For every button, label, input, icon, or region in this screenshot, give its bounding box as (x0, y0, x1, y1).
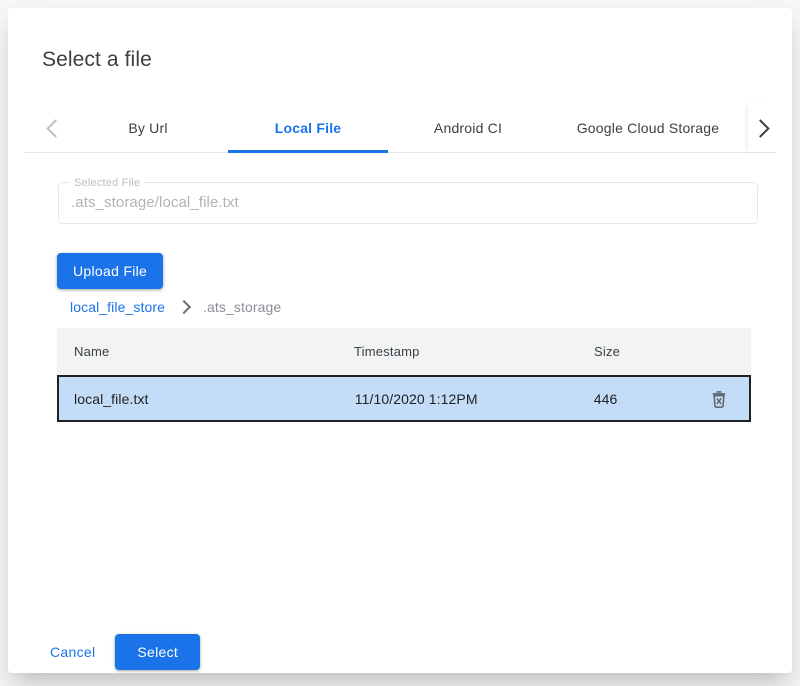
table-header-row: Name Timestamp Size (57, 328, 751, 377)
breadcrumb-item-local-file-store[interactable]: local_file_store (70, 299, 165, 315)
tab-local-file[interactable]: Local File (228, 104, 388, 152)
delete-file-button[interactable] (707, 387, 731, 411)
tab-label: Google Cloud Storage (577, 120, 720, 136)
tab-scroll-left-button[interactable] (40, 104, 68, 152)
delete-icon (709, 389, 729, 409)
cancel-button[interactable]: Cancel (42, 634, 103, 670)
selected-file-field[interactable]: Selected File .ats_storage/local_file.tx… (58, 182, 758, 224)
dialog-title: Select a file (42, 46, 152, 74)
table-row[interactable]: local_file.txt 11/10/2020 1:12PM 446 (57, 377, 751, 422)
tab-label: By Url (128, 120, 167, 136)
dialog-actions: Cancel Select (42, 634, 200, 670)
cell-size: 446 (594, 391, 690, 407)
tab-android-ci[interactable]: Android CI (388, 104, 548, 152)
column-header-name: Name (57, 344, 354, 359)
selected-file-label: Selected File (70, 175, 144, 191)
chevron-left-icon (46, 119, 64, 137)
select-button[interactable]: Select (115, 634, 200, 670)
tab-label: Android CI (434, 120, 502, 136)
cell-actions (689, 387, 749, 411)
selected-file-input[interactable]: .ats_storage/local_file.txt (71, 194, 239, 211)
upload-file-button[interactable]: Upload File (57, 253, 163, 289)
tab-by-url[interactable]: By Url (68, 104, 228, 152)
tab-list: By Url Local File Android CI Google Clou… (68, 104, 748, 152)
file-table: Name Timestamp Size local_file.txt 11/10… (57, 328, 751, 422)
breadcrumb-item-ats-storage: .ats_storage (203, 299, 281, 315)
tab-bar: By Url Local File Android CI Google Clou… (24, 104, 776, 153)
tab-scroll-right-button[interactable] (748, 104, 776, 152)
chevron-right-icon (177, 300, 191, 314)
select-file-dialog: Select a file By Url Local File Android … (8, 8, 792, 673)
chevron-right-icon (751, 119, 769, 137)
breadcrumb: local_file_store .ats_storage (70, 298, 281, 316)
column-header-size: Size (594, 344, 690, 359)
screen: Select a file By Url Local File Android … (0, 0, 800, 686)
column-header-timestamp: Timestamp (354, 344, 594, 359)
cell-timestamp: 11/10/2020 1:12PM (355, 391, 594, 407)
tab-label: Local File (275, 120, 342, 136)
tab-google-cloud-storage[interactable]: Google Cloud Storage (548, 104, 748, 152)
breadcrumb-separator (179, 302, 189, 312)
cell-name: local_file.txt (59, 391, 355, 407)
